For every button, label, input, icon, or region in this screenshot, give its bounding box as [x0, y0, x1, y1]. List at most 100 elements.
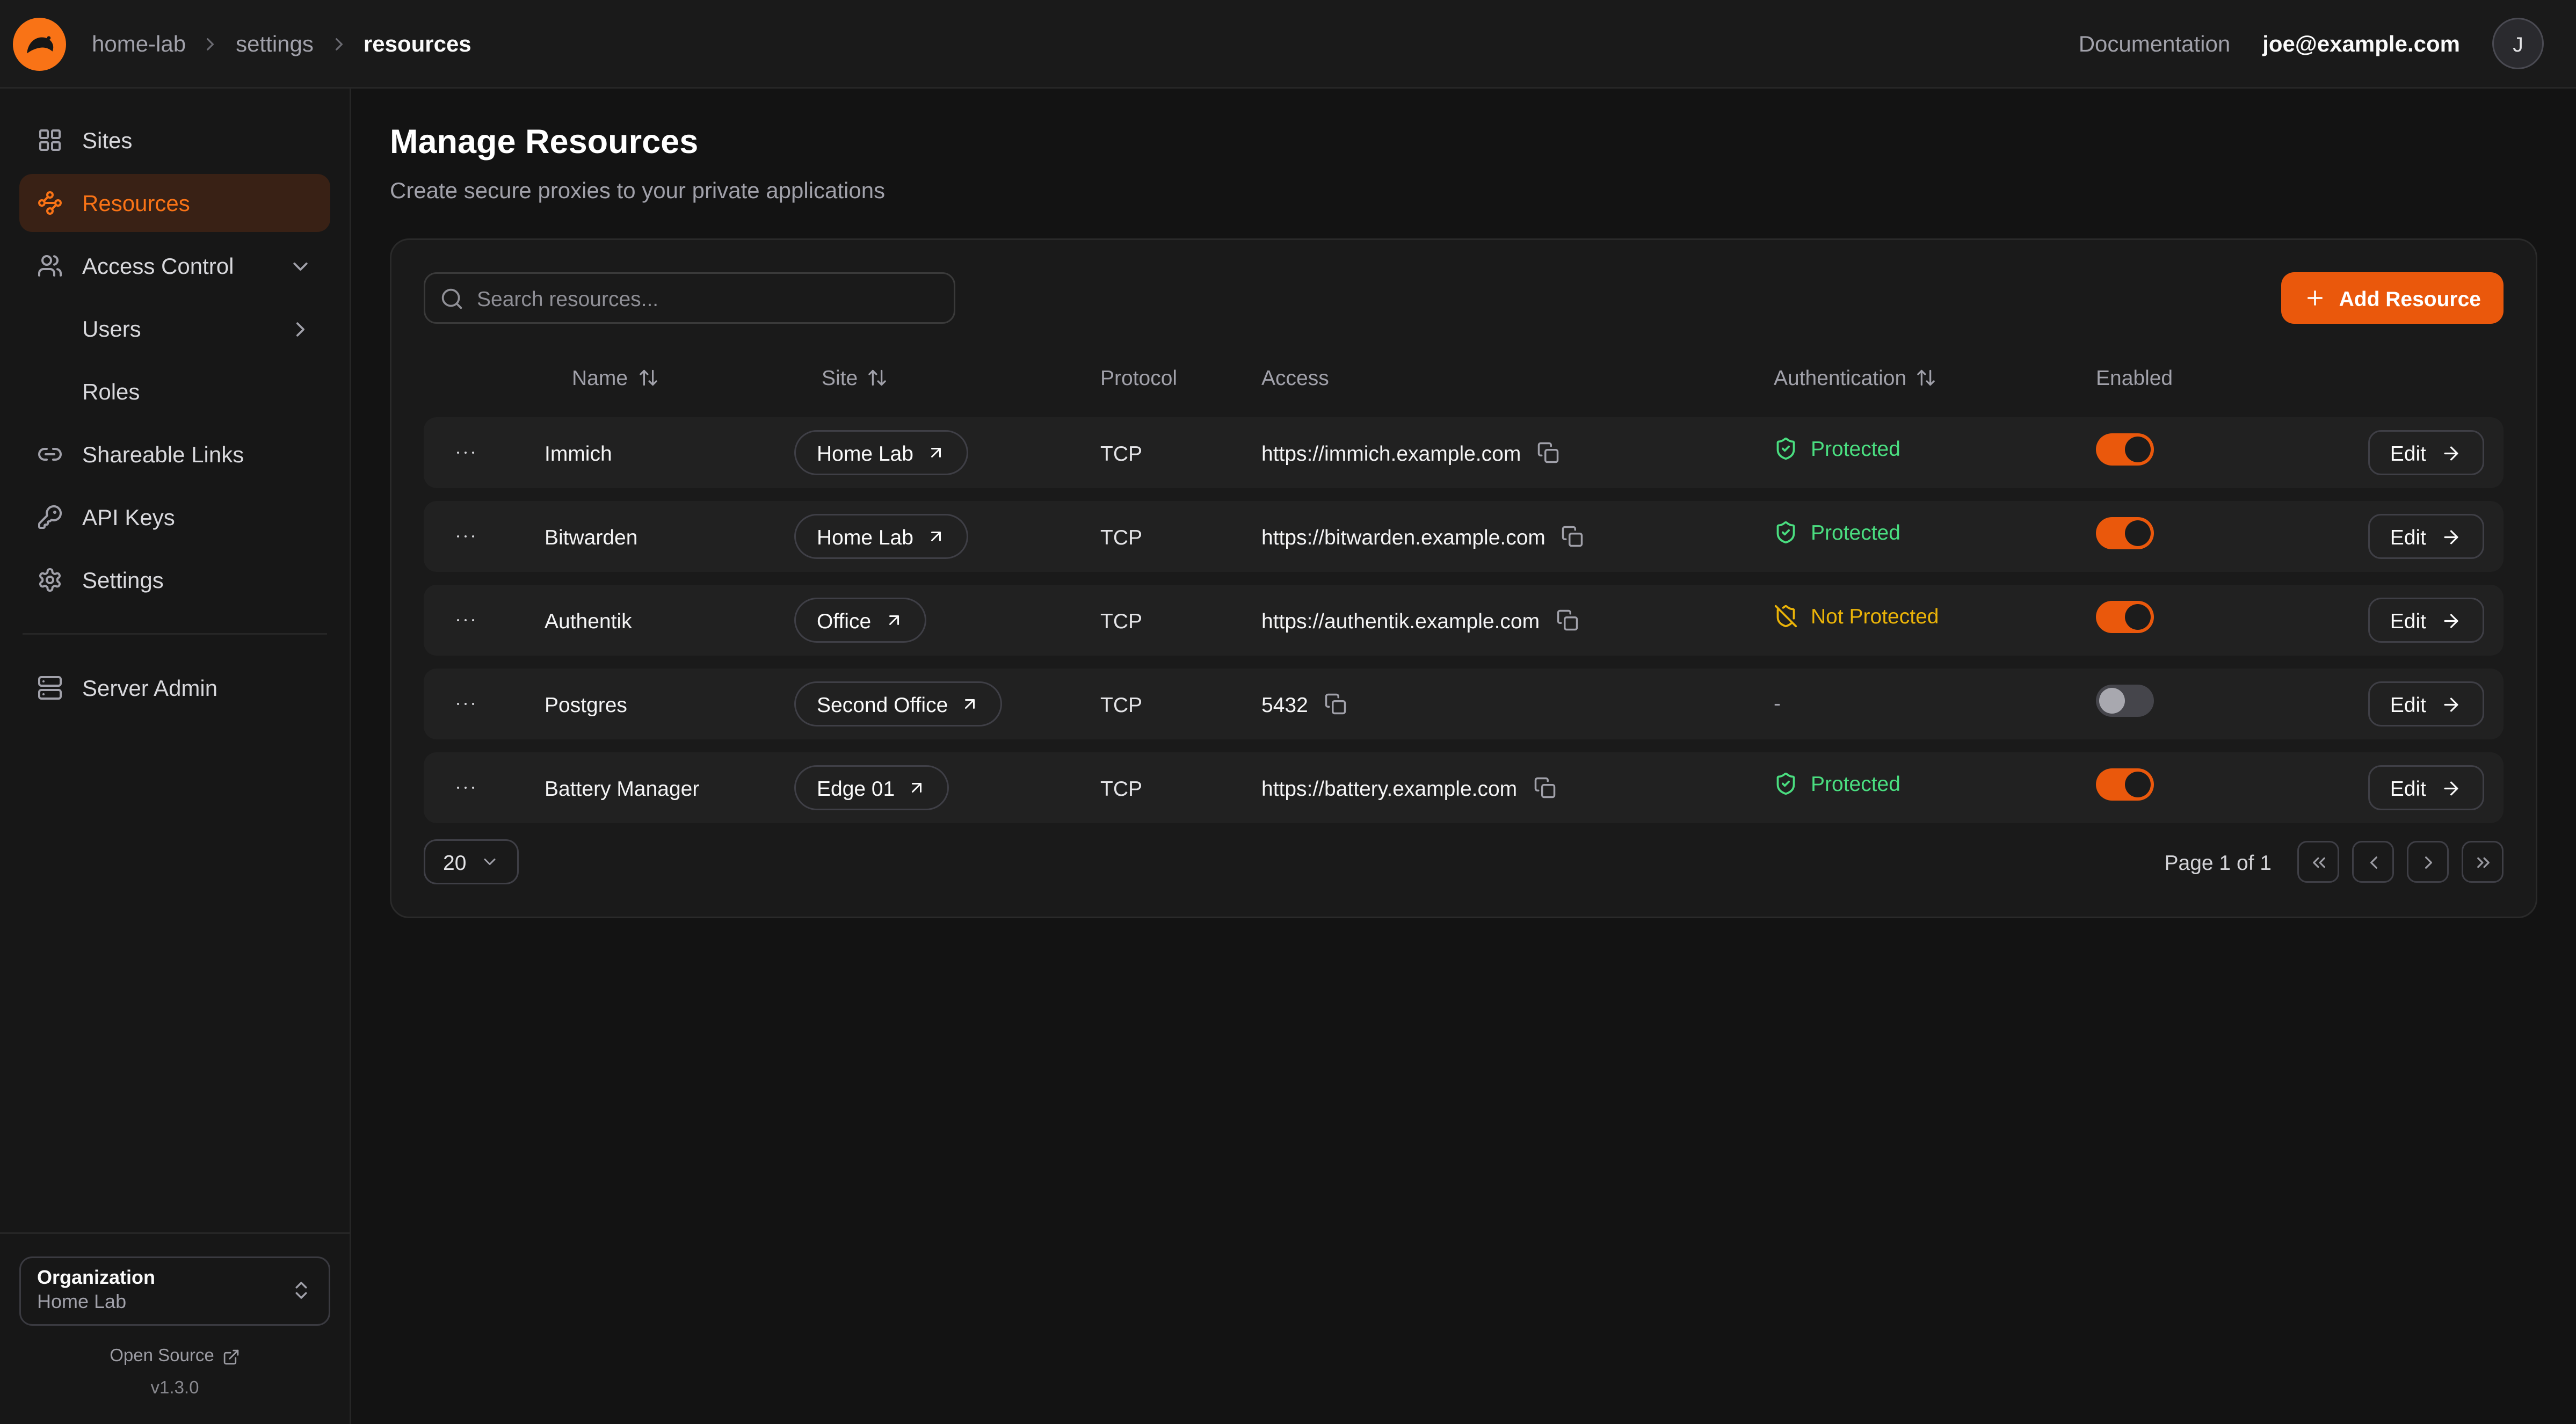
enabled-toggle[interactable] — [2096, 433, 2154, 465]
edit-button[interactable]: Edit — [2368, 765, 2484, 810]
auth-label: - — [1774, 691, 1781, 715]
column-access: Access — [1261, 365, 1774, 389]
resources-card: Add Resource Name Site — [390, 238, 2537, 918]
copy-button[interactable] — [1324, 693, 1347, 715]
chevrons-up-down-icon — [290, 1280, 313, 1302]
sidebar-item-label: Access Control — [82, 253, 234, 279]
edit-button-label: Edit — [2390, 608, 2426, 633]
link-icon — [37, 441, 63, 467]
open-source-link[interactable]: Open Source — [110, 1347, 240, 1366]
breadcrumb-org[interactable]: home-lab — [92, 31, 186, 56]
edit-button[interactable]: Edit — [2368, 514, 2484, 559]
edit-button[interactable]: Edit — [2368, 598, 2484, 643]
site-name: Home Lab — [817, 441, 913, 465]
sidebar-nav: Sites Resources Access Control — [19, 111, 330, 717]
site-name: Edge 01 — [817, 776, 895, 800]
search-box — [424, 272, 955, 324]
sidebar-item-server-admin[interactable]: Server Admin — [19, 659, 330, 717]
search-input[interactable] — [424, 272, 955, 324]
copy-icon — [1324, 693, 1347, 715]
organization-picker[interactable]: Organization Home Lab — [19, 1256, 330, 1326]
auth-badge: Protected — [1774, 772, 1900, 796]
sidebar-item-sites[interactable]: Sites — [19, 111, 330, 169]
site-link-button[interactable]: Office — [794, 598, 926, 643]
main-content: Manage Resources Create secure proxies t… — [351, 89, 2576, 1424]
documentation-link[interactable]: Documentation — [2079, 31, 2231, 56]
row-actions-menu-button[interactable] — [443, 430, 488, 475]
site-link-button[interactable]: Edge 01 — [794, 765, 949, 810]
add-resource-label: Add Resource — [2339, 286, 2481, 310]
edit-button[interactable]: Edit — [2368, 681, 2484, 726]
last-page-button[interactable] — [2462, 841, 2504, 883]
toolbar: Add Resource — [424, 272, 2504, 324]
key-icon — [37, 504, 63, 530]
site-link-button[interactable]: Second Office — [794, 681, 1003, 726]
add-resource-button[interactable]: Add Resource — [2281, 272, 2504, 324]
protocol-value: TCP — [1100, 441, 1261, 465]
sidebar-item-settings[interactable]: Settings — [19, 551, 330, 609]
access-value: https://authentik.example.com — [1261, 608, 1540, 633]
row-actions-menu-button[interactable] — [443, 681, 488, 726]
copy-button[interactable] — [1537, 441, 1559, 464]
sidebar-item-roles[interactable]: Roles — [19, 362, 330, 420]
chevron-down-icon — [481, 852, 500, 871]
sidebar-item-resources[interactable]: Resources — [19, 174, 330, 232]
card-footer: 20 Page 1 of 1 — [424, 839, 2504, 884]
row-actions-menu-button[interactable] — [443, 765, 488, 810]
sidebar-item-label: API Keys — [82, 504, 175, 530]
site-link-button[interactable]: Home Lab — [794, 514, 968, 559]
site-name: Home Lab — [817, 525, 913, 549]
auth-badge: Protected — [1774, 520, 1900, 544]
enabled-toggle[interactable] — [2096, 600, 2154, 633]
page-size-select[interactable]: 20 — [424, 839, 519, 884]
previous-page-button[interactable] — [2352, 841, 2394, 883]
enabled-toggle[interactable] — [2096, 517, 2154, 549]
app-logo[interactable] — [13, 17, 66, 70]
copy-button[interactable] — [1533, 776, 1556, 799]
breadcrumb-resources[interactable]: resources — [364, 31, 471, 56]
chevron-right-icon — [2418, 852, 2439, 873]
column-authentication[interactable]: Authentication — [1774, 365, 2096, 389]
pager-buttons — [2297, 841, 2504, 883]
sidebar-item-label: Settings — [82, 567, 164, 593]
ellipsis-icon — [453, 440, 478, 466]
copy-button[interactable] — [1556, 609, 1578, 631]
column-enabled: Enabled — [2096, 365, 2317, 389]
protocol-value: TCP — [1100, 608, 1261, 633]
chevron-left-icon — [2363, 852, 2384, 873]
ellipsis-icon — [453, 775, 478, 801]
site-link-button[interactable]: Home Lab — [794, 430, 968, 475]
chevron-down-icon — [288, 254, 313, 278]
server-icon — [37, 675, 63, 701]
sidebar-item-label: Sites — [82, 127, 132, 153]
sidebar-item-api-keys[interactable]: API Keys — [19, 488, 330, 546]
resource-name: Immich — [545, 441, 794, 465]
ellipsis-icon — [453, 607, 478, 633]
sort-icon — [1916, 367, 1937, 388]
site-name: Office — [817, 608, 871, 633]
arrow-right-icon — [2441, 526, 2462, 547]
user-avatar[interactable]: J — [2492, 18, 2544, 69]
auth-badge: Protected — [1774, 437, 1900, 461]
organization-picker-title: Organization — [37, 1266, 155, 1291]
sidebar-item-users[interactable]: Users — [19, 300, 330, 358]
sidebar-item-label: Server Admin — [82, 675, 217, 701]
breadcrumb-settings[interactable]: settings — [236, 31, 314, 56]
sidebar-item-access-control[interactable]: Access Control — [19, 237, 330, 295]
sidebar-item-shareable-links[interactable]: Shareable Links — [19, 425, 330, 483]
column-name[interactable]: Name — [545, 365, 794, 389]
edit-button[interactable]: Edit — [2368, 430, 2484, 475]
table-row: Bitwarden Home Lab TCP https://bitwarden… — [424, 501, 2504, 572]
gear-icon — [37, 567, 63, 593]
next-page-button[interactable] — [2407, 841, 2449, 883]
copy-button[interactable] — [1562, 525, 1584, 548]
row-actions-menu-button[interactable] — [443, 514, 488, 559]
enabled-toggle[interactable] — [2096, 684, 2154, 716]
first-page-button[interactable] — [2297, 841, 2339, 883]
sidebar: Sites Resources Access Control — [0, 89, 351, 1424]
resource-name: Postgres — [545, 692, 794, 716]
auth-label: Not Protected — [1811, 604, 1939, 628]
row-actions-menu-button[interactable] — [443, 598, 488, 643]
column-site[interactable]: Site — [794, 365, 1100, 389]
enabled-toggle[interactable] — [2096, 768, 2154, 800]
